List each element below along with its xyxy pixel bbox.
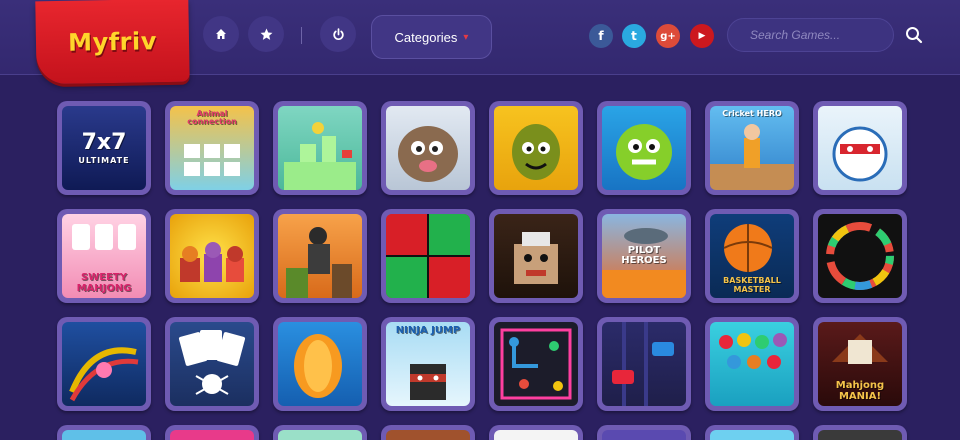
game-title: SWEETY MAHJONG <box>76 272 132 294</box>
game-tile[interactable] <box>57 317 151 411</box>
game-thumbnail <box>386 106 470 190</box>
game-tile[interactable] <box>489 209 583 303</box>
game-tile[interactable] <box>705 317 799 411</box>
game-title: Cricket HERO <box>722 109 782 118</box>
home-button[interactable] <box>203 16 239 52</box>
game-thumbnail: Cricket HERO <box>710 106 794 190</box>
game-thumbnail <box>278 214 362 298</box>
home-icon <box>216 29 226 39</box>
game-tile[interactable] <box>597 101 691 195</box>
game-thumbnail <box>818 106 902 190</box>
game-tile[interactable] <box>597 425 691 440</box>
game-thumbnail <box>602 106 686 190</box>
game-tile[interactable] <box>57 425 151 440</box>
google-plus-icon: g+ <box>660 30 676 42</box>
game-tile[interactable] <box>165 317 259 411</box>
game-tile[interactable] <box>273 425 367 440</box>
game-tile[interactable]: PILOT HEROES <box>597 209 691 303</box>
game-tile[interactable]: Animal connection <box>165 101 259 195</box>
game-tile[interactable] <box>489 317 583 411</box>
game-tile[interactable] <box>489 425 583 440</box>
star-icon <box>260 28 272 40</box>
header-divider <box>301 27 302 44</box>
game-title: PILOT HEROES <box>621 244 667 266</box>
game-title: Mahjong MANIA! <box>835 380 885 402</box>
game-tile[interactable] <box>165 425 259 440</box>
game-tile[interactable]: Cricket HERO <box>705 101 799 195</box>
game-tile[interactable] <box>381 209 475 303</box>
game-thumbnail <box>710 322 794 406</box>
game-thumbnail <box>278 106 362 190</box>
game-thumbnail: 7x7 ULTIMATE <box>62 106 146 190</box>
categories-label: Categories <box>394 29 458 45</box>
game-thumbnail <box>386 430 470 440</box>
game-thumbnail: Mahjong MANIA! <box>818 322 902 406</box>
game-thumbnail <box>278 430 362 440</box>
facebook-icon: f <box>598 29 604 43</box>
game-thumbnail <box>494 214 578 298</box>
game-thumbnail <box>278 322 362 406</box>
game-thumbnail <box>602 322 686 406</box>
google-plus-button[interactable]: g+ <box>656 24 680 48</box>
game-tile[interactable]: NINJA JUMP <box>381 317 475 411</box>
game-tile[interactable] <box>381 101 475 195</box>
twitter-button[interactable]: t <box>622 24 646 48</box>
logo-text: Myfriv <box>67 26 158 57</box>
game-tile[interactable] <box>705 425 799 440</box>
game-thumbnail <box>62 430 146 440</box>
game-thumbnail <box>710 430 794 440</box>
categories-dropdown[interactable]: Categories ▾ <box>371 15 492 59</box>
game-tile[interactable] <box>273 317 367 411</box>
game-tile[interactable] <box>813 101 907 195</box>
search-icon <box>906 27 923 44</box>
game-thumbnail <box>170 430 254 440</box>
game-thumbnail <box>62 322 146 406</box>
game-thumbnail <box>170 322 254 406</box>
game-tile[interactable] <box>597 317 691 411</box>
site-logo[interactable]: Myfriv <box>35 0 190 85</box>
game-thumbnail: Animal connection <box>170 106 254 190</box>
favorites-button[interactable] <box>248 16 284 52</box>
game-subtitle: ULTIMATE <box>78 155 130 165</box>
chevron-down-icon: ▾ <box>463 31 469 43</box>
game-tile[interactable] <box>381 425 475 440</box>
game-thumbnail <box>818 214 902 298</box>
game-thumbnail <box>386 214 470 298</box>
top-header: Myfriv Categories ▾ f t g+ ▶ <box>0 0 960 85</box>
game-title: 7x7 ULTIMATE <box>78 129 130 165</box>
game-thumbnail: PILOT HEROES <box>602 214 686 298</box>
game-thumbnail <box>494 430 578 440</box>
facebook-button[interactable]: f <box>589 24 613 48</box>
game-tile[interactable] <box>273 209 367 303</box>
game-thumbnail <box>494 106 578 190</box>
search-input[interactable] <box>727 18 894 52</box>
youtube-button[interactable]: ▶ <box>690 24 714 48</box>
game-tile[interactable] <box>489 101 583 195</box>
game-thumbnail <box>818 430 902 440</box>
game-thumbnail: SWEETY MAHJONG <box>62 214 146 298</box>
game-tile[interactable]: SWEETY MAHJONG <box>57 209 151 303</box>
youtube-icon: ▶ <box>698 31 706 41</box>
search-button[interactable] <box>905 26 925 46</box>
game-thumbnail <box>602 430 686 440</box>
game-title: NINJA JUMP <box>395 325 461 336</box>
game-tile[interactable] <box>165 209 259 303</box>
game-thumbnail: BASKETBALL MASTER <box>710 214 794 298</box>
game-tile[interactable] <box>813 425 907 440</box>
twitter-icon: t <box>631 29 637 43</box>
game-tile[interactable] <box>273 101 367 195</box>
game-tile[interactable]: BASKETBALL MASTER <box>705 209 799 303</box>
game-title: BASKETBALL MASTER <box>723 276 781 294</box>
game-title: Animal connection <box>187 109 237 127</box>
game-tile[interactable]: Mahjong MANIA! <box>813 317 907 411</box>
game-thumbnail <box>170 214 254 298</box>
game-tile[interactable] <box>813 209 907 303</box>
power-icon <box>332 27 344 40</box>
game-thumbnail: NINJA JUMP <box>386 322 470 406</box>
game-tile[interactable]: 7x7 ULTIMATE <box>57 101 151 195</box>
game-thumbnail <box>494 322 578 406</box>
power-button[interactable] <box>320 16 356 52</box>
